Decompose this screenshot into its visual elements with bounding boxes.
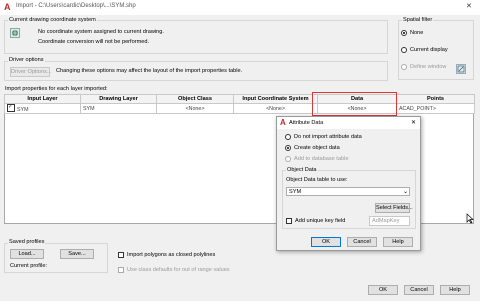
coordinate-status-line2: Coordinate conversion will not be perfor…	[38, 39, 150, 45]
cell-points[interactable]: ACAD_POINT>	[396, 103, 475, 114]
current-profile-label: Current profile:	[10, 263, 47, 269]
select-fields-button[interactable]: Select Fields...	[375, 203, 413, 213]
key-field-value: AdMapKey	[372, 218, 400, 224]
coordinate-status-line1: No coordinate system assigned to current…	[38, 29, 164, 35]
class-defaults-checkbox[interactable]	[118, 267, 124, 273]
object-data-table-label: Object Data table to use:	[286, 177, 348, 183]
autocad-logo-icon: A	[280, 118, 286, 127]
chevron-down-icon: ⌄	[403, 189, 409, 195]
import-polygons-checkbox[interactable]	[118, 252, 124, 258]
col-input-layer[interactable]: Input Layer	[4, 94, 81, 104]
class-defaults-label: Use class defaults for out of range valu…	[127, 267, 230, 273]
import-polygons-label: Import polygons as closed polylines	[127, 252, 216, 258]
create-object-data-radio[interactable]	[285, 145, 291, 151]
attribute-ok-button[interactable]: OK	[311, 237, 341, 247]
window-title: Import - C:\Users\cardic\Desktop\...\SYM…	[16, 3, 136, 9]
cancel-button[interactable]: Cancel	[404, 285, 434, 295]
table-row[interactable]: ✓ SYM SYM <None> <None> <None> ACAD_POINT…	[4, 103, 475, 114]
cell-object-class[interactable]: <None>	[156, 103, 234, 114]
do-not-import-radio[interactable]	[285, 134, 291, 140]
cell-input-coordinate-system[interactable]: <None>	[233, 103, 318, 114]
spatial-current-display-label: Current display	[410, 47, 448, 53]
object-data-table-value: SYM	[289, 189, 302, 195]
col-drawing-layer[interactable]: Drawing Layer	[80, 94, 157, 104]
pick-window-icon[interactable]	[456, 64, 466, 74]
attribute-dialog-title-bar: A Attribute Data ✕	[277, 117, 420, 129]
key-field-input[interactable]: AdMapKey	[369, 216, 410, 226]
ok-button[interactable]: OK	[368, 285, 398, 295]
col-input-coordinate-system[interactable]: Input Coordinate System	[233, 94, 318, 104]
object-data-table-select[interactable]: SYM ⌄	[286, 187, 410, 196]
save-profile-button[interactable]: Save...	[60, 249, 94, 259]
spatial-define-window-radio[interactable]	[401, 64, 407, 70]
spatial-none-radio[interactable]	[401, 30, 407, 36]
globe-icon[interactable]	[10, 28, 20, 38]
close-icon[interactable]: ✕	[466, 2, 472, 10]
col-object-class[interactable]: Object Class	[156, 94, 234, 104]
spatial-none-label: None	[410, 30, 424, 36]
spatial-filter-heading: Spatial filter	[402, 17, 434, 23]
import-properties-heading: Import properties for each layer importe…	[5, 86, 108, 92]
cursor-icon	[466, 213, 474, 224]
do-not-import-label: Do not import attribute data	[294, 134, 362, 140]
coordinate-system-heading: Current drawing coordinate system	[8, 17, 97, 23]
driver-options-note: Changing these options may affect the la…	[56, 68, 243, 74]
create-object-data-label: Create object data	[294, 145, 340, 151]
add-unique-key-checkbox[interactable]	[286, 218, 292, 224]
data-column-highlight	[312, 92, 397, 116]
attribute-data-dialog: A Attribute Data ✕ Do not import attribu…	[276, 116, 421, 251]
add-to-database-radio[interactable]	[285, 156, 291, 162]
check-icon: ✓	[8, 104, 14, 111]
driver-options-button[interactable]: Driver Options...	[10, 67, 51, 77]
col-points[interactable]: Points	[396, 94, 475, 104]
load-profile-button[interactable]: Load...	[10, 249, 44, 259]
object-data-heading: Object Data	[286, 167, 318, 173]
title-bar: A Import - C:\Users\cardic\Desktop\...\S…	[0, 0, 480, 15]
add-to-database-label: Add to database table	[294, 156, 349, 162]
cell-drawing-layer[interactable]: SYM	[80, 103, 157, 114]
cell-input-layer[interactable]: ✓ SYM	[4, 103, 81, 114]
help-button[interactable]: Help	[440, 285, 470, 295]
attribute-cancel-button[interactable]: Cancel	[347, 237, 377, 247]
spatial-current-display-radio[interactable]	[401, 47, 407, 53]
dialog-close-icon[interactable]: ✕	[411, 119, 416, 126]
coordinate-system-group	[4, 20, 388, 54]
attribute-help-button[interactable]: Help	[383, 237, 413, 247]
autocad-logo-icon: A	[4, 2, 11, 12]
driver-options-heading: Driver options	[8, 57, 45, 63]
add-unique-key-label: Add unique key field	[295, 218, 346, 224]
saved-profiles-heading: Saved profiles	[8, 239, 46, 245]
layer-checkbox[interactable]: ✓	[7, 104, 15, 112]
attribute-dialog-title: Attribute Data	[289, 120, 324, 126]
spatial-define-window-label: Define window	[410, 64, 447, 70]
